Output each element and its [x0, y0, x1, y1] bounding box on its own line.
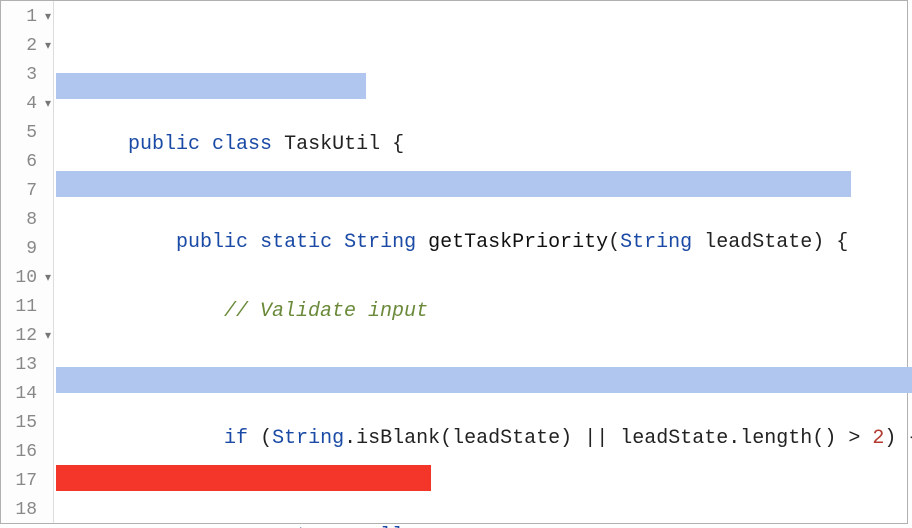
- gutter-row[interactable]: 18: [1, 496, 53, 525]
- line-number: 6: [26, 148, 49, 177]
- coverage-highlight: [56, 73, 366, 99]
- line-number: 7: [26, 177, 49, 206]
- gutter-row[interactable]: 15: [1, 409, 53, 438]
- line-number: 15: [15, 409, 49, 438]
- gutter-row[interactable]: 4▾: [1, 90, 53, 119]
- fold-icon[interactable]: ▾: [43, 32, 53, 61]
- coverage-highlight: [56, 465, 431, 491]
- gutter-row[interactable]: 12▾: [1, 322, 53, 351]
- gutter-row[interactable]: 3: [1, 61, 53, 90]
- code-editor: 1▾ 2▾ 3 4▾ 5 6 7 8 9 10▾ 11 12▾ 13 14 15…: [0, 0, 908, 524]
- gutter-row[interactable]: 14: [1, 380, 53, 409]
- code-line[interactable]: if (String.isBlank(leadState) || leadSta…: [56, 366, 912, 395]
- fold-icon[interactable]: ▾: [43, 322, 53, 351]
- gutter-row[interactable]: 2▾: [1, 32, 53, 61]
- line-number: 14: [15, 380, 49, 409]
- gutter-row[interactable]: 17: [1, 467, 53, 496]
- gutter-row[interactable]: 1▾: [1, 3, 53, 32]
- line-number: 11: [15, 293, 49, 322]
- line-number: 3: [26, 61, 49, 90]
- gutter-row[interactable]: 7: [1, 177, 53, 206]
- gutter-row[interactable]: 13: [1, 351, 53, 380]
- code-line[interactable]: public class TaskUtil {: [56, 72, 912, 101]
- gutter-row[interactable]: 10▾: [1, 264, 53, 293]
- fold-icon[interactable]: ▾: [43, 264, 53, 293]
- fold-icon[interactable]: ▾: [43, 3, 53, 32]
- line-number: 16: [15, 438, 49, 467]
- line-number: 18: [15, 496, 49, 525]
- line-number: 8: [26, 206, 49, 235]
- code-line[interactable]: return null;: [56, 464, 912, 493]
- gutter-row[interactable]: 6: [1, 148, 53, 177]
- gutter-row[interactable]: 11: [1, 293, 53, 322]
- line-number: 5: [26, 119, 49, 148]
- gutter-row[interactable]: 9: [1, 235, 53, 264]
- code-area[interactable]: public class TaskUtil { public static St…: [54, 1, 912, 523]
- fold-icon[interactable]: ▾: [43, 90, 53, 119]
- line-number: 13: [15, 351, 49, 380]
- line-number: 9: [26, 235, 49, 264]
- code-line[interactable]: // Validate input: [56, 268, 912, 297]
- gutter: 1▾ 2▾ 3 4▾ 5 6 7 8 9 10▾ 11 12▾ 13 14 15…: [1, 1, 54, 523]
- gutter-row[interactable]: 8: [1, 206, 53, 235]
- line-number: 17: [15, 467, 49, 496]
- gutter-row[interactable]: 16: [1, 438, 53, 467]
- code-line[interactable]: public static String getTaskPriority(Str…: [56, 170, 912, 199]
- coverage-highlight: [56, 171, 851, 197]
- coverage-highlight: [56, 367, 912, 393]
- gutter-row[interactable]: 5: [1, 119, 53, 148]
